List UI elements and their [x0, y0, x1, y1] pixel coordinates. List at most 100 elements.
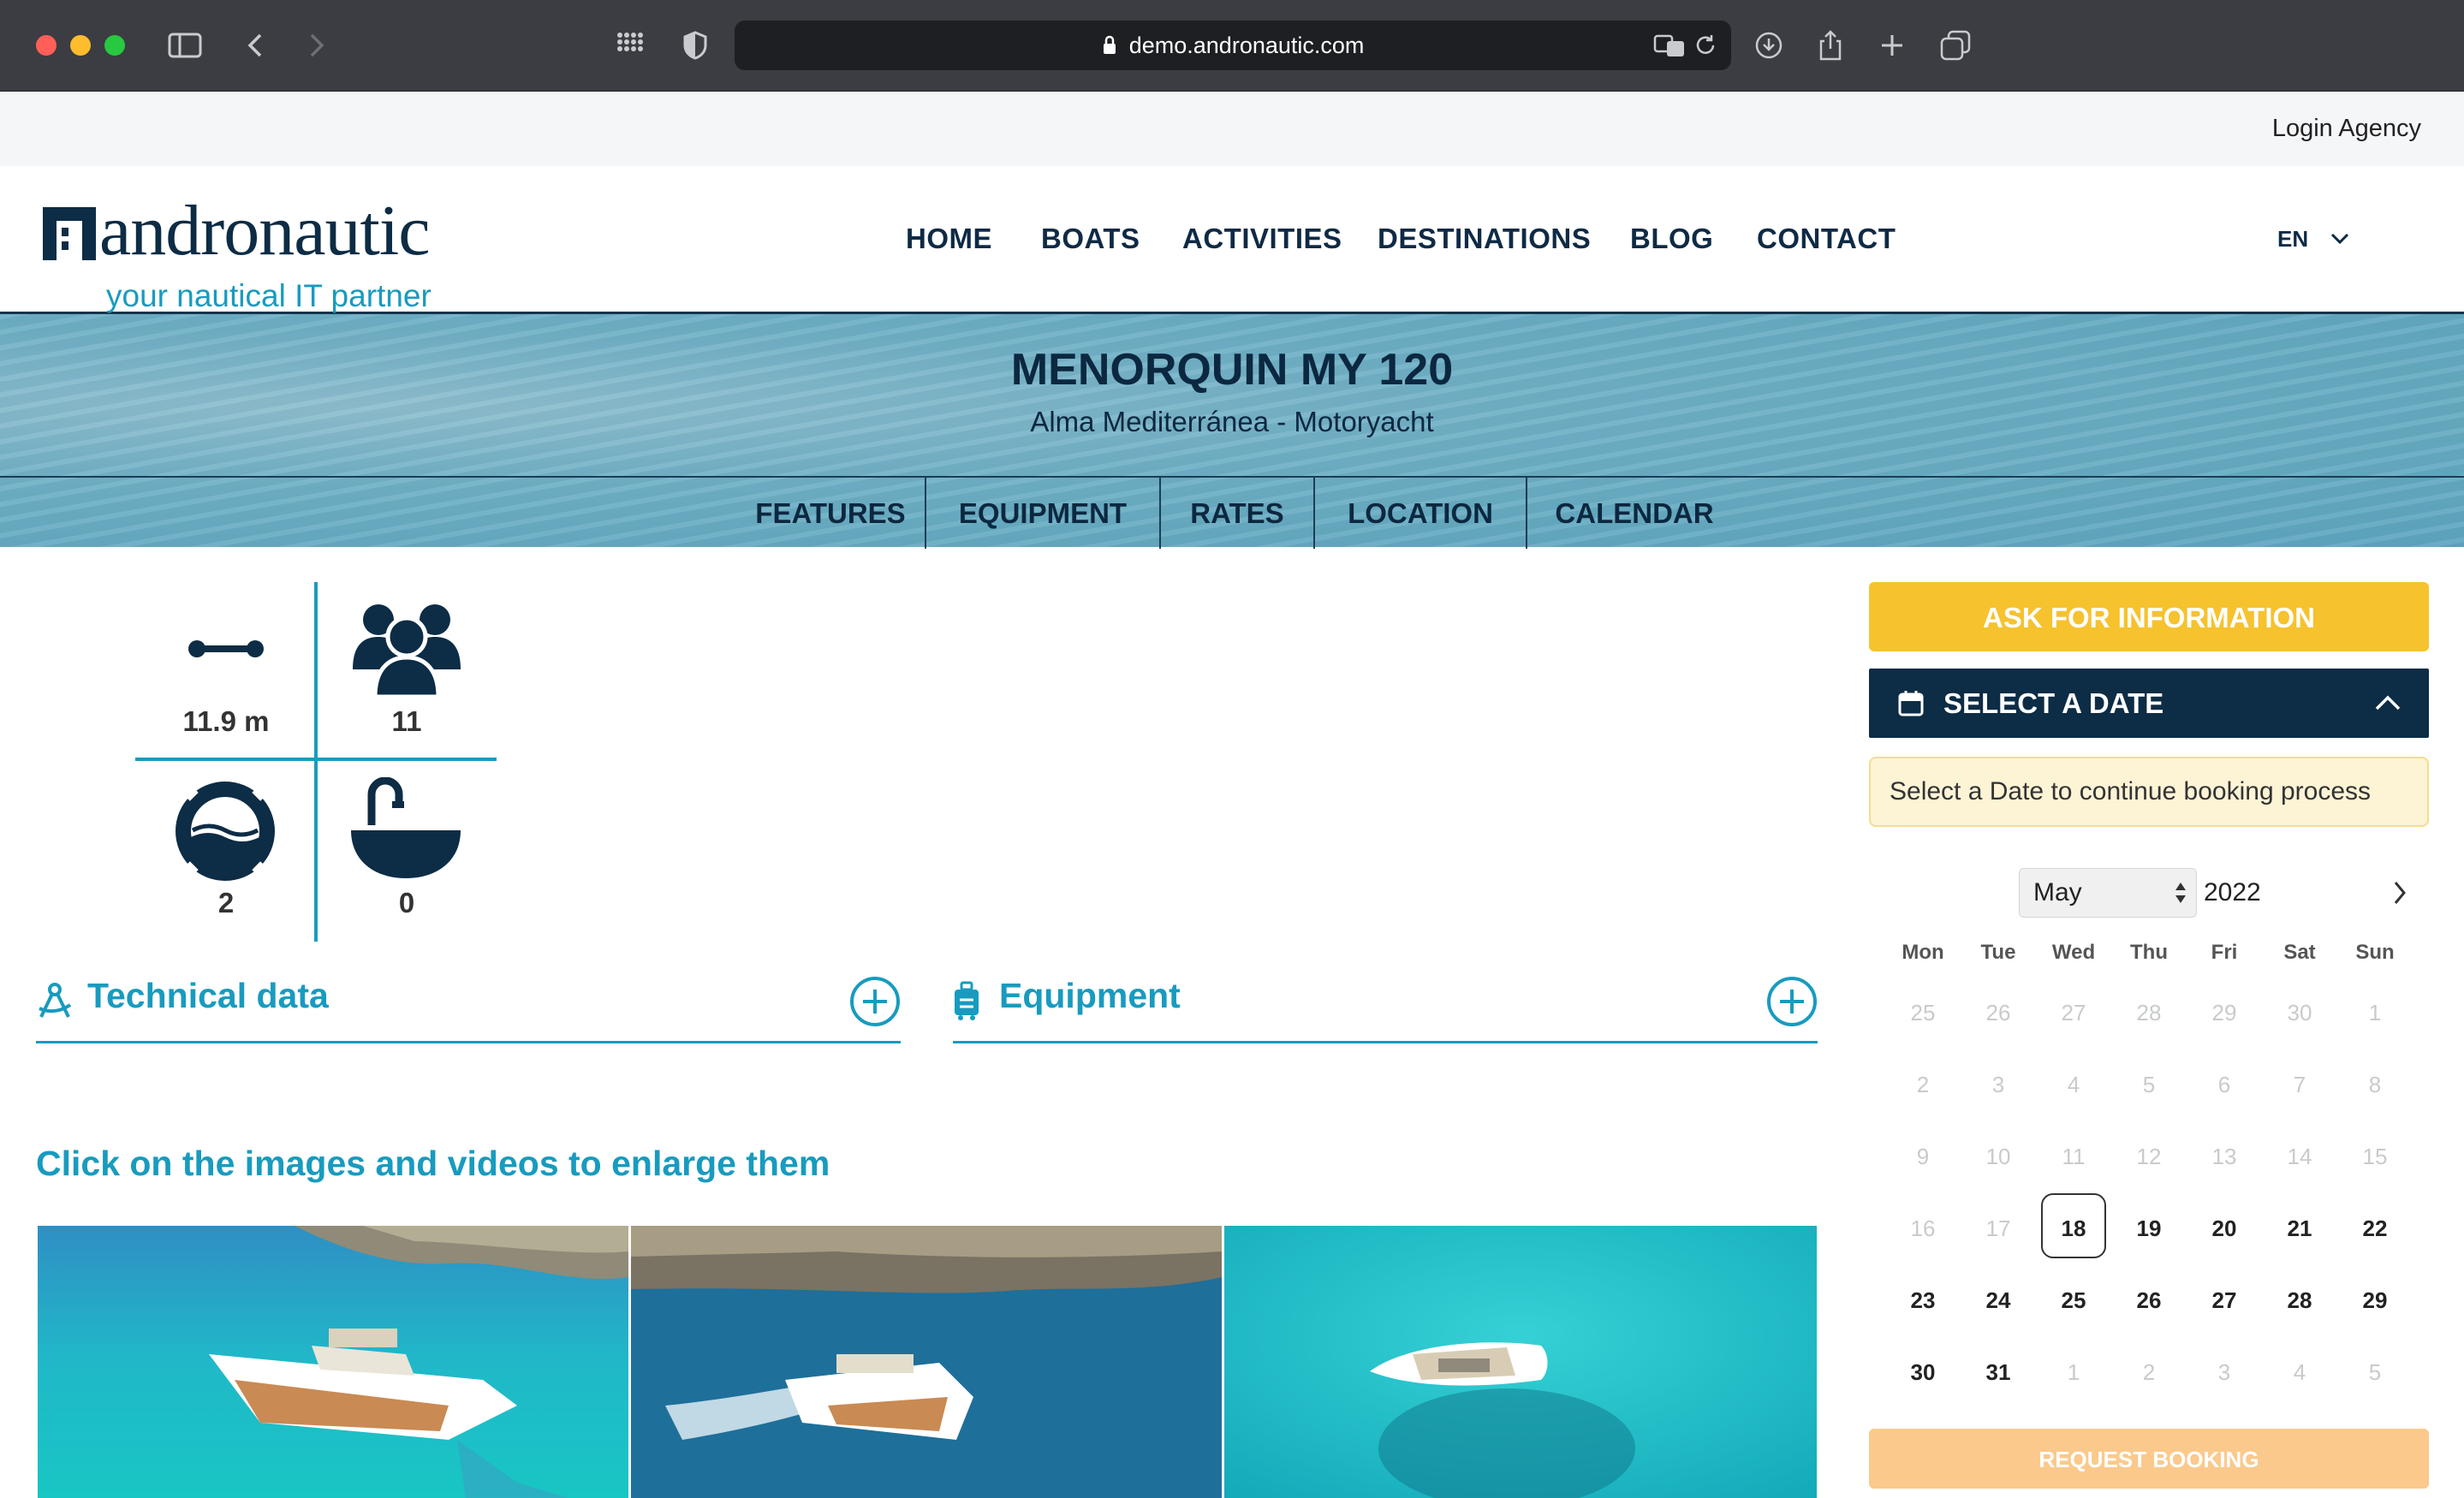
maximize-window-button[interactable] [104, 35, 125, 56]
nav-contact[interactable]: CONTACT [1757, 166, 1896, 312]
calendar-day: 17 [1985, 1216, 2011, 1241]
calendar-day: 9 [1916, 1144, 1930, 1169]
chevron-up-icon[interactable] [2374, 694, 2402, 711]
boat-section-tabs: FEATURES EQUIPMENT RATES LOCATION CALEND… [0, 476, 2464, 549]
calendar-day[interactable]: 31 [1964, 1359, 2033, 1386]
back-icon[interactable] [238, 28, 272, 62]
calendar-day[interactable]: 24 [1964, 1287, 2033, 1314]
sidebar-toggle-icon[interactable] [168, 28, 202, 62]
calendar-day: 6 [2217, 1072, 2231, 1097]
length-value: 11.9 m [182, 705, 270, 737]
tab-rates[interactable]: RATES [1161, 478, 1315, 549]
nav-activities[interactable]: ACTIVITIES [1182, 166, 1342, 312]
close-window-button[interactable] [36, 35, 57, 56]
expand-plus-icon[interactable] [1766, 976, 1818, 1027]
translate-icon[interactable] [1652, 28, 1687, 62]
tab-equipment[interactable]: EQUIPMENT [926, 478, 1161, 549]
calendar-day: 2 [2142, 1359, 2156, 1385]
login-agency-link[interactable]: Login Agency [2272, 92, 2421, 166]
technical-data-title: Technical data [87, 976, 329, 1015]
calendar-day[interactable]: 26 [2115, 1287, 2183, 1314]
calendar-day[interactable]: 25 [2039, 1287, 2108, 1314]
select-date-header[interactable]: SELECT A DATE [1869, 669, 2429, 738]
tab-location[interactable]: LOCATION [1315, 478, 1527, 549]
tab-features[interactable]: FEATURES [736, 478, 926, 549]
calendar-day: 15 [2362, 1144, 2388, 1169]
gallery-photo-2[interactable] [631, 1226, 1222, 1498]
site-header: andronautic your nautical IT partner HOM… [0, 166, 2464, 314]
weekday-label: Wed [2051, 941, 2096, 964]
calendar-day[interactable]: 30 [1889, 1359, 1957, 1386]
gallery-photo-3[interactable] [1224, 1226, 1817, 1498]
compass-tool-icon [39, 983, 72, 1018]
minimize-window-button[interactable] [70, 35, 91, 56]
tab-overview-icon[interactable] [1938, 28, 1973, 62]
weekday-label: Mon [1902, 941, 1944, 964]
gallery-photo-1[interactable] [38, 1226, 628, 1498]
ask-for-information-button[interactable]: ASK FOR INFORMATION [1869, 582, 2429, 651]
boat-photo-image [1224, 1226, 1817, 1498]
chevron-down-icon [2331, 233, 2349, 245]
weekday-label: Fri [2211, 941, 2238, 964]
browser-toolbar: demo.andronautic.com [0, 0, 2464, 92]
equipment-accordion[interactable]: Equipment [953, 976, 1818, 1044]
calendar-day: 11 [2062, 1144, 2086, 1169]
nav-home[interactable]: HOME [906, 166, 992, 312]
calendar-icon [1898, 691, 1924, 716]
calendar-day[interactable]: 23 [1889, 1287, 1957, 1314]
expand-plus-icon[interactable] [849, 976, 901, 1027]
andronautic-logo-icon [43, 207, 96, 260]
technical-divider [36, 1041, 901, 1043]
calendar-day[interactable]: 27 [2190, 1287, 2259, 1314]
calendar-day: 4 [2067, 1072, 2080, 1097]
share-icon[interactable] [1813, 28, 1848, 62]
calendar-day: 30 [2287, 1000, 2312, 1025]
weekday-label: Sat [2283, 941, 2316, 964]
month-select-value: May [2033, 878, 2082, 907]
calendar-day[interactable]: 28 [2265, 1287, 2334, 1314]
cabins-porthole-icon [176, 779, 275, 883]
calendar-day[interactable]: 20 [2190, 1216, 2259, 1242]
tab-calendar[interactable]: CALENDAR [1527, 478, 1741, 549]
equipment-divider [953, 1041, 1818, 1043]
next-month-icon[interactable] [2392, 880, 2407, 906]
nav-blog[interactable]: BLOG [1630, 166, 1713, 312]
weekday-label: Sun [2355, 941, 2395, 964]
forward-icon[interactable] [300, 28, 334, 62]
tab-grid-icon[interactable] [613, 28, 647, 62]
top-utility-bar: Login Agency [0, 92, 2464, 166]
calendar-day: 10 [1985, 1144, 2011, 1169]
boat-subtitle: Alma Mediterránea - Motoryacht [1030, 406, 1434, 437]
nav-destinations[interactable]: DESTINATIONS [1378, 166, 1591, 312]
language-selector[interactable]: EN [2277, 166, 2350, 312]
downloads-icon[interactable] [1752, 28, 1786, 62]
privacy-shield-icon[interactable] [678, 28, 712, 62]
address-bar[interactable]: demo.andronautic.com [735, 21, 1731, 70]
calendar-day: 25 [1910, 1000, 1936, 1025]
technical-data-accordion[interactable]: Technical data [36, 976, 901, 1044]
url-row: demo.andronautic.com [735, 21, 1731, 70]
calendar-day: 4 [2293, 1359, 2306, 1385]
month-select[interactable]: May [2019, 868, 2197, 918]
new-tab-icon[interactable] [1875, 28, 1909, 62]
select-date-title: SELECT A DATE [1943, 687, 2164, 719]
bathroom-sink-icon [351, 777, 461, 878]
calendar-day[interactable]: 22 [2341, 1216, 2409, 1242]
request-booking-button[interactable]: REQUEST BOOKING [1869, 1429, 2429, 1489]
nav-boats[interactable]: BOATS [1041, 166, 1140, 312]
guests-icon [353, 604, 461, 697]
weekday-label: Tue [1980, 941, 2016, 964]
logo[interactable]: andronautic your nautical IT partner [43, 191, 488, 313]
reload-icon[interactable] [1688, 28, 1723, 62]
calendar-day: 14 [2287, 1144, 2312, 1169]
calendar-day[interactable]: 21 [2265, 1216, 2334, 1242]
calendar-day: 27 [2061, 1000, 2086, 1025]
calendar-day[interactable]: 19 [2115, 1216, 2183, 1242]
spec-divider-vertical [314, 582, 318, 942]
calendar-day: 5 [2368, 1359, 2382, 1385]
calendar-day[interactable]: 18 [2039, 1216, 2108, 1242]
calendar-day[interactable]: 29 [2341, 1287, 2409, 1314]
calendar-day: 1 [2368, 1000, 2382, 1025]
calendar-day: 13 [2211, 1144, 2237, 1169]
calendar-day: 3 [1991, 1072, 2005, 1097]
